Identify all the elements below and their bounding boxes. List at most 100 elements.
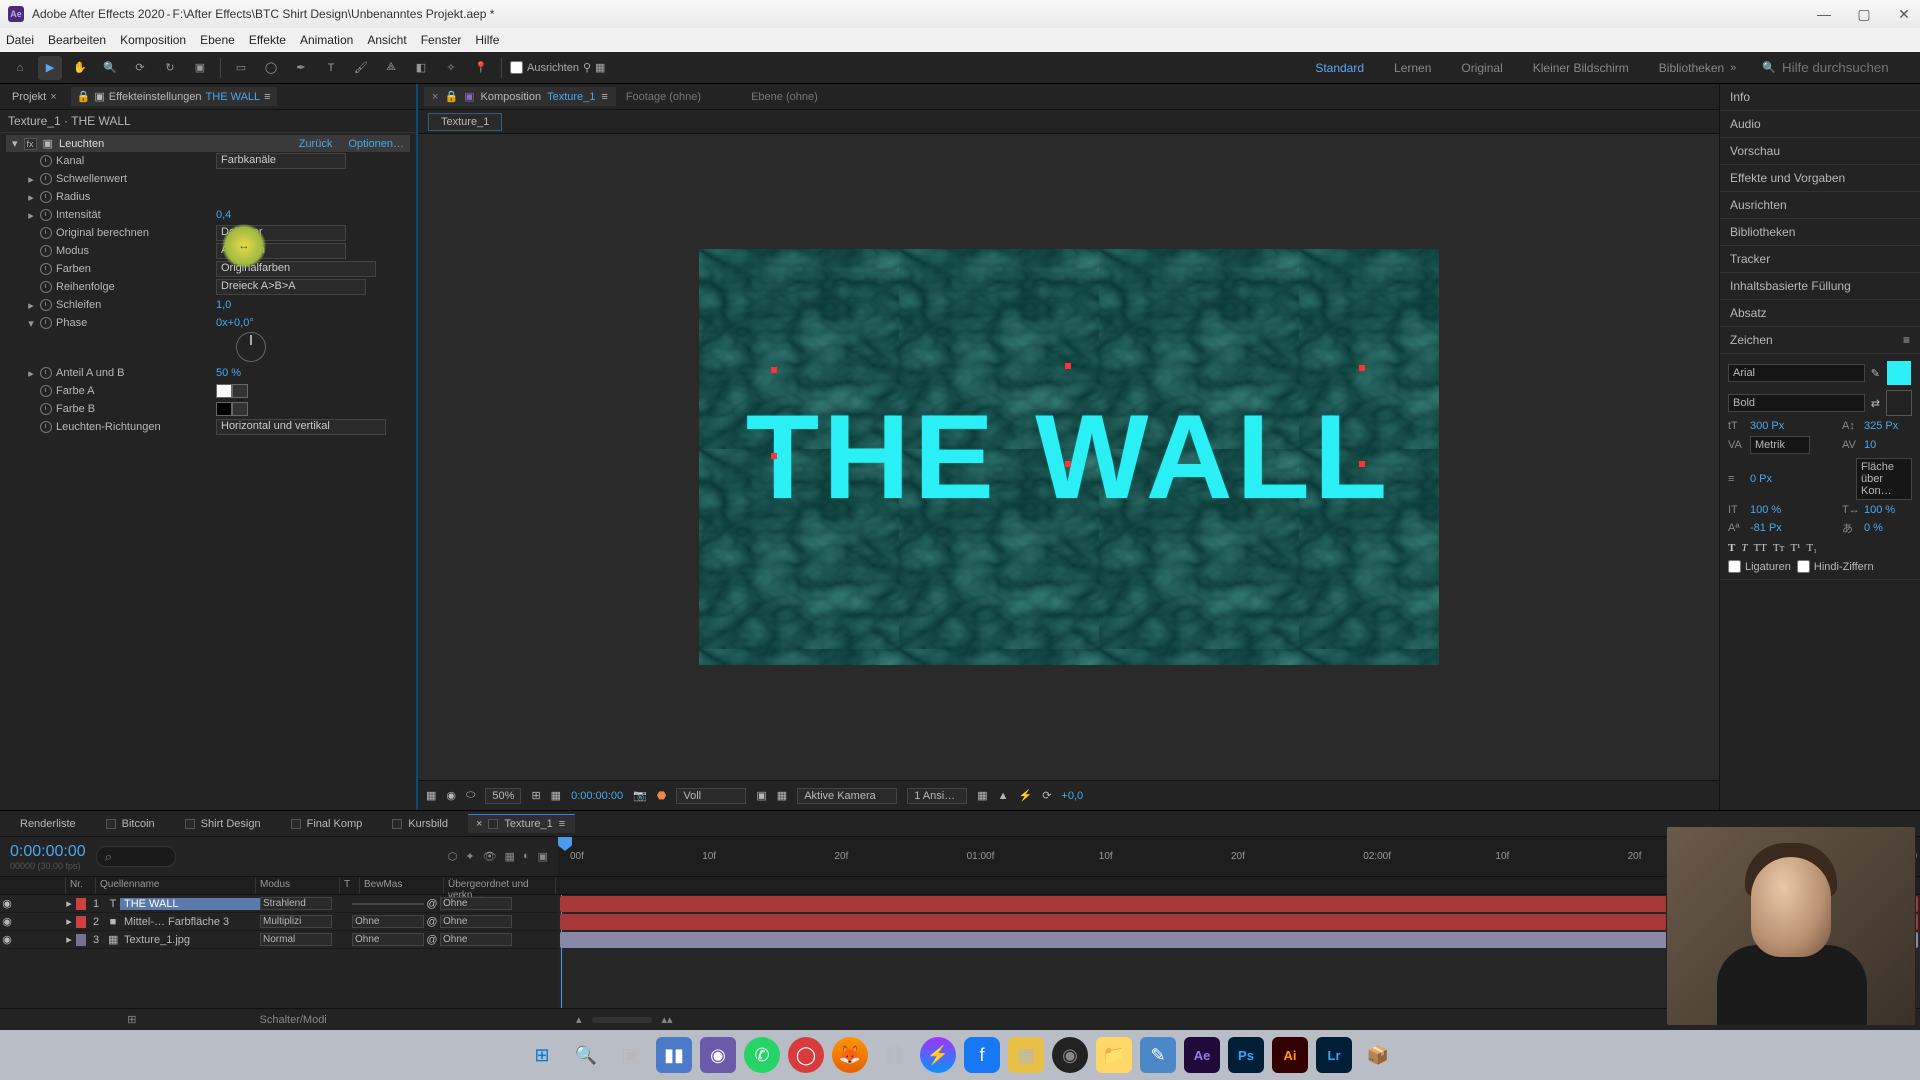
panel-menu-icon[interactable]: ≡ <box>559 818 565 830</box>
parent-pickwhip-icon[interactable]: @ <box>424 934 440 946</box>
tsume-value[interactable]: 0 % <box>1864 522 1912 534</box>
font-size-value[interactable]: 300 Px <box>1750 420 1798 432</box>
messenger-icon[interactable]: ⚡ <box>920 1037 956 1073</box>
reset-link[interactable]: Zurück <box>299 138 333 150</box>
tracking-value[interactable]: 10 <box>1864 439 1912 451</box>
visibility-icon[interactable]: ◉ <box>0 915 14 928</box>
snap-checkbox[interactable] <box>510 61 523 74</box>
chevron-right-icon[interactable]: ▸ <box>26 367 36 380</box>
effect-controls-tab[interactable]: 🔒 ▣ Effekteinstellungen THE WALL ≡ <box>71 87 277 106</box>
trkmat-dropdown[interactable] <box>352 903 424 905</box>
roto-tool[interactable]: ✧ <box>439 56 463 80</box>
zoom-dropdown[interactable]: 50% <box>485 788 521 804</box>
puppet-tool[interactable]: 📍 <box>469 56 493 80</box>
hindi-digits-checkbox[interactable]: Hindi-Ziffern <box>1797 560 1874 573</box>
stopwatch-icon[interactable] <box>40 385 52 397</box>
snapshot-icon[interactable]: 📷 <box>633 789 647 802</box>
whatsapp-icon[interactable]: ✆ <box>744 1037 780 1073</box>
close-icon[interactable]: × <box>50 91 56 103</box>
draft-3d-icon[interactable]: ✦ <box>465 850 474 863</box>
visibility-icon[interactable]: ◉ <box>0 933 14 946</box>
layer-name[interactable]: Texture_1.jpg <box>120 934 260 946</box>
menu-ansicht[interactable]: Ansicht <box>367 33 406 47</box>
camera-dropdown[interactable]: Aktive Kamera <box>797 788 897 804</box>
chevron-down-icon[interactable]: ▾ <box>12 137 18 150</box>
toggle-switches-icon[interactable]: ⊞ <box>127 1014 136 1026</box>
rect-tool[interactable]: ▭ <box>229 56 253 80</box>
obs-icon[interactable]: ◉ <box>1052 1037 1088 1073</box>
effect-header[interactable]: ▾ fx ▣ Leuchten Zurück Optionen… <box>6 135 410 152</box>
rotate-tool[interactable]: ↻ <box>158 56 182 80</box>
3d-icon[interactable]: ▦ <box>977 789 987 802</box>
workspace-bibliotheken[interactable]: Bibliotheken <box>1659 61 1724 75</box>
blend-mode-dropdown[interactable]: Strahlend <box>260 897 332 910</box>
baseline-value[interactable]: -81 Px <box>1750 522 1798 534</box>
chevron-down-icon[interactable]: ▾ <box>26 317 36 330</box>
mask-icon[interactable]: ⬭ <box>466 789 475 802</box>
panel-header-bibliotheken[interactable]: Bibliotheken <box>1720 219 1920 246</box>
effect-enable-icon[interactable]: ▣ <box>43 137 53 150</box>
timeline-tab[interactable]: Renderliste <box>10 815 86 833</box>
anteil-value[interactable]: 50 % <box>216 367 241 379</box>
chevron-right-icon[interactable]: ▸ <box>26 191 36 204</box>
options-link[interactable]: Optionen… <box>348 138 404 150</box>
fast-preview-icon[interactable]: ⚡ <box>1019 789 1033 802</box>
workspace-kleiner bildschirm[interactable]: Kleiner Bildschirm <box>1533 61 1629 75</box>
playhead[interactable] <box>558 837 572 851</box>
color-mgmt-icon[interactable]: ⬣ <box>657 789 667 802</box>
illustrator-icon[interactable]: Ai <box>1272 1037 1308 1073</box>
panel-menu-icon[interactable]: ≡ <box>264 91 270 103</box>
ellipse-tool[interactable]: ◯ <box>259 56 283 80</box>
chevron-right-icon[interactable]: ▸ <box>62 933 76 946</box>
panel-menu-icon[interactable]: ≡ <box>1903 333 1910 347</box>
chevron-right-icon[interactable]: ▸ <box>26 299 36 312</box>
stopwatch-icon[interactable] <box>40 263 52 275</box>
lightroom-icon[interactable]: Lr <box>1316 1037 1352 1073</box>
app-icon[interactable]: ⛓ <box>876 1037 912 1073</box>
resolution-icon[interactable]: ⊞ <box>531 789 540 802</box>
intensitaet-value[interactable]: 0,4 <box>216 209 231 221</box>
stopwatch-icon[interactable] <box>40 173 52 185</box>
stopwatch-icon[interactable] <box>40 299 52 311</box>
eraser-tool[interactable]: ◧ <box>409 56 433 80</box>
selection-tool[interactable]: ▶ <box>38 56 62 80</box>
channel-icon[interactable]: ◉ <box>446 789 456 802</box>
timeline-search-input[interactable] <box>96 846 176 867</box>
views-dropdown[interactable]: 1 Ansi… <box>907 788 967 804</box>
allcaps-button[interactable]: TT <box>1753 542 1766 554</box>
trkmat-dropdown[interactable]: Ohne <box>352 915 424 928</box>
orbit-tool[interactable]: ⟳ <box>128 56 152 80</box>
graph-editor-icon[interactable]: ▣ <box>538 850 548 863</box>
layer-row[interactable]: ◉▸1TTHE WALLStrahlend@Ohne <box>0 895 558 913</box>
menu-bearbeiten[interactable]: Bearbeiten <box>48 33 106 47</box>
smallcaps-button[interactable]: Tᴛ <box>1773 542 1785 554</box>
parent-dropdown[interactable]: Ohne <box>440 933 512 946</box>
menu-datei[interactable]: Datei <box>6 33 34 47</box>
hscale-value[interactable]: 100 % <box>1864 504 1912 516</box>
superscript-button[interactable]: T¹ <box>1790 542 1800 554</box>
region-icon[interactable]: ▣ <box>756 789 766 802</box>
eyedropper-icon[interactable] <box>232 384 248 398</box>
selection-handle[interactable] <box>1065 461 1071 467</box>
help-search-input[interactable] <box>1782 60 1912 75</box>
resolution-dropdown[interactable]: Voll <box>676 788 746 804</box>
stroke-color-swatch[interactable] <box>1886 390 1912 416</box>
stopwatch-icon[interactable] <box>40 317 52 329</box>
menu-komposition[interactable]: Komposition <box>120 33 186 47</box>
workspace-lernen[interactable]: Lernen <box>1394 61 1431 75</box>
menu-effekte[interactable]: Effekte <box>249 33 286 47</box>
color-a-swatch[interactable] <box>216 384 232 398</box>
timeline-timecode[interactable]: 0:00:00:00 <box>10 843 86 861</box>
reihenfolge-dropdown[interactable]: Dreieck A>B>A <box>216 279 366 295</box>
fx-badge-icon[interactable]: fx <box>24 138 37 150</box>
visibility-icon[interactable]: ◉ <box>0 897 14 910</box>
ligatures-checkbox[interactable]: Ligaturen <box>1728 560 1791 573</box>
schleifen-value[interactable]: 1,0 <box>216 299 231 311</box>
footage-tab[interactable]: Footage (ohne) <box>626 91 701 103</box>
layer-row[interactable]: ◉▸3▦Texture_1.jpgNormalOhne@Ohne <box>0 931 558 949</box>
menu-hilfe[interactable]: Hilfe <box>475 33 499 47</box>
italic-button[interactable]: T <box>1741 542 1747 554</box>
clone-tool[interactable]: ⟁ <box>379 56 403 80</box>
search-button[interactable]: 🔍 <box>568 1037 604 1073</box>
panel-header-effekte-und-vorgaben[interactable]: Effekte und Vorgaben <box>1720 165 1920 192</box>
